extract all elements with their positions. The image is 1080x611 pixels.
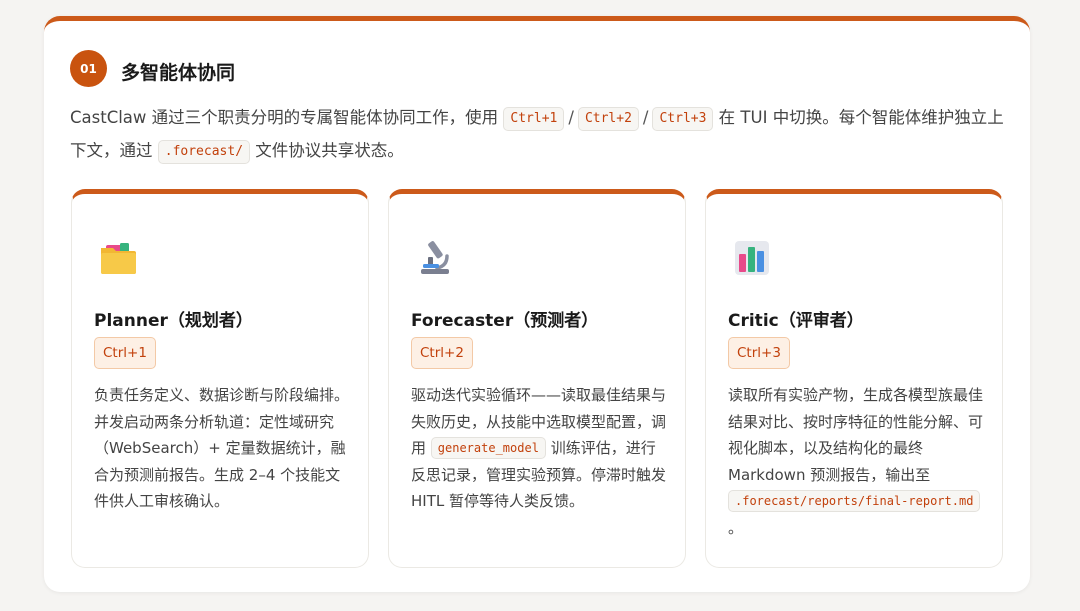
agent-shortcut: Ctrl+1 [94,337,156,369]
agent-shortcut: Ctrl+2 [411,337,473,369]
ctrl-2-key: Ctrl+2 [577,107,639,131]
agent-card-planner: Planner（规划者） Ctrl+1 负责任务定义、数据诊断与阶段编排。并发启… [71,189,369,568]
agent-description: 驱动迭代实验循环——读取最佳结果与失败历史，从技能中选取模型配置，调用 gene… [411,382,669,515]
agent-name: Forecaster（预测者） [411,311,599,331]
intro-text: CastClaw 通过三个职责分明的专属智能体协同工作，使用 [70,108,504,127]
section-title: 多智能体协同 [121,62,236,84]
description-text: 读取所有实验产物，生成各模型族最佳结果对比、按时序特征的性能分解、可视化脚本，以… [728,386,984,484]
microscope-icon [415,238,455,278]
agent-shortcut: Ctrl+3 [728,337,790,369]
forecast-dir-code: .forecast/ [157,140,251,164]
description-text: 。 [728,518,744,537]
ctrl-1-key: Ctrl+1 [503,107,565,131]
agent-name: Critic（评审者） [728,311,864,331]
intro-paragraph: CastClaw 通过三个职责分明的专属智能体协同工作，使用 Ctrl+1/Ct… [70,101,1010,167]
agent-description: 负责任务定义、数据诊断与阶段编排。并发启动两条分析轨道：定性域研究（WebSea… [94,386,350,510]
agent-name: Planner（规划者） [94,311,253,331]
folder-icon [98,238,138,278]
section-number-badge: 01 [70,50,107,87]
intro-text: 文件协议共享状态。 [250,141,404,160]
separator: / [568,108,574,127]
generate-model-code: generate_model [430,437,546,459]
separator: / [642,108,649,127]
agent-description: 读取所有实验产物，生成各模型族最佳结果对比、按时序特征的性能分解、可视化脚本，以… [728,382,986,541]
multi-agent-section-card: 01 多智能体协同 CastClaw 通过三个职责分明的专属智能体协同工作，使用… [44,16,1030,592]
ctrl-3-key: Ctrl+3 [652,107,714,131]
agent-card-forecaster: Forecaster（预测者） Ctrl+2 驱动迭代实验循环——读取最佳结果与… [388,189,686,568]
agent-card-critic: Critic（评审者） Ctrl+3 读取所有实验产物，生成各模型族最佳结果对比… [705,189,1003,568]
final-report-path-code: .forecast/reports/final-report.md [728,490,981,512]
bar-chart-icon [732,238,772,278]
